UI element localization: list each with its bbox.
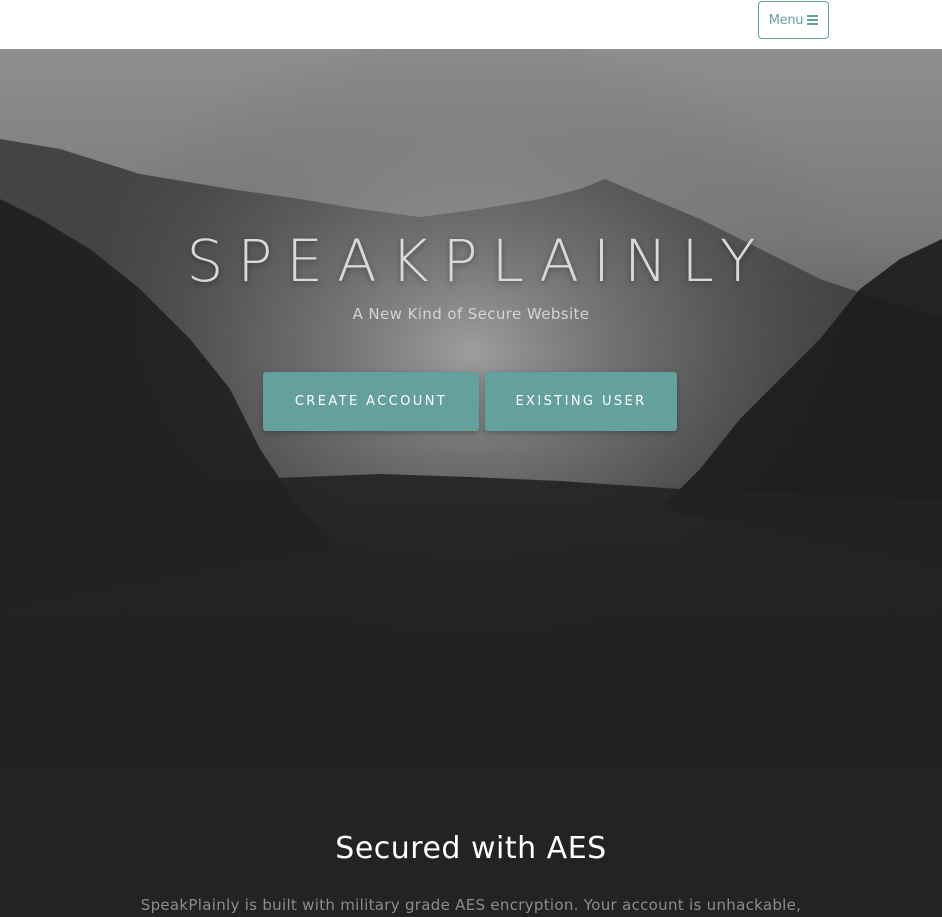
brand-title: SPEAKPLAINLY <box>186 227 770 295</box>
section-title: Secured with AES <box>335 831 607 866</box>
brand-tagline: A New Kind of Secure Website <box>352 305 590 323</box>
bars-icon <box>807 15 819 25</box>
top-navbar: Menu <box>0 0 942 49</box>
hero-section: SPEAKPLAINLY A New Kind of Secure Websit… <box>0 49 942 769</box>
create-account-button[interactable]: CREATE ACCOUNT <box>263 372 479 431</box>
section-description: SpeakPlainly is built with military grad… <box>140 896 802 914</box>
menu-button[interactable]: Menu <box>758 1 829 39</box>
about-section: Secured with AES SpeakPlainly is built w… <box>0 769 942 917</box>
existing-user-button[interactable]: EXISTING USER <box>485 372 677 431</box>
menu-label: Menu <box>768 12 804 28</box>
